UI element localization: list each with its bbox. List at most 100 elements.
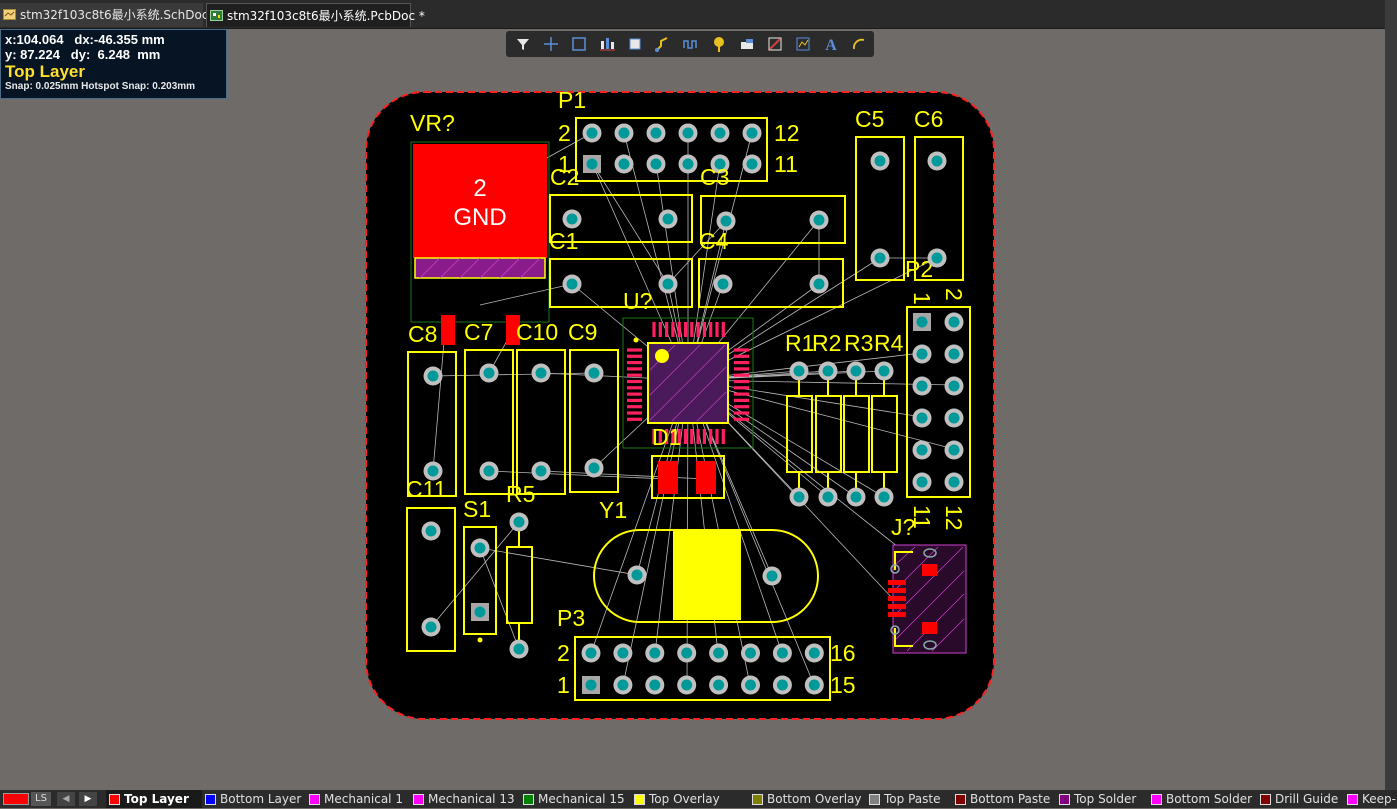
s1-pad-hole [474,606,486,618]
p1-pin-11-label: 11 [774,151,798,177]
designator-r5[interactable]: R5 [506,481,535,507]
layer-tab[interactable]: Keep-O [1344,790,1397,808]
select-region-icon[interactable] [569,34,589,54]
p1-pad-hole [746,158,758,170]
layer-tab[interactable]: Mechanical 1 [306,790,410,808]
layer-color-swatch [634,794,645,805]
layer-set-button[interactable]: LS [31,792,51,806]
designator-d1[interactable]: D1 [652,424,681,450]
align-icon[interactable] [597,34,617,54]
dimension-icon[interactable] [793,34,813,54]
th-pad-hole [717,278,729,290]
u-pin [627,348,642,352]
length-tune-icon[interactable] [681,34,701,54]
u-pin [690,429,694,444]
layer-tab[interactable]: Bottom Overlay [749,790,866,808]
designator-p1[interactable]: P1 [558,87,586,113]
u-pin [627,405,642,409]
layer-tab[interactable]: Top Paste [866,790,952,808]
hud-current-layer: Top Layer [5,62,85,81]
designator-c6[interactable]: C6 [914,106,943,132]
layer-tab[interactable]: Top Solder [1056,790,1148,808]
u-pin [671,322,675,337]
designator-r2[interactable]: R2 [812,330,841,356]
u-pin [709,429,713,444]
designator-y1[interactable]: Y1 [599,497,627,523]
layer-tab[interactable]: Mechanical 15 [520,790,631,808]
designator-vr[interactable]: VR? [410,110,455,136]
s1-dot [477,637,483,643]
p1-pad-hole [746,127,758,139]
th-pad-hole [822,365,834,377]
th-pad-hole [850,491,862,503]
designator-c1[interactable]: C1 [549,228,578,254]
layer-tab[interactable]: Mechanical 13 [410,790,520,808]
th-pad-hole [793,365,805,377]
layer-tab[interactable]: Top Overlay [631,790,749,808]
u-pin1-marker [655,349,669,363]
designator-j[interactable]: J? [891,514,915,540]
designator-c11[interactable]: C11 [406,476,447,502]
u-pin [696,429,700,444]
p1-pin-2-label: 2 [558,120,571,146]
th-pad-hole [535,367,547,379]
via-icon[interactable] [709,34,729,54]
arc-icon[interactable] [849,34,869,54]
layer-tab[interactable]: Bottom Solder [1148,790,1257,808]
th-pad-hole [720,215,732,227]
designator-c10[interactable]: C10 [516,319,558,345]
u-pin [734,411,749,415]
current-layer-swatch[interactable] [3,793,29,805]
layer-color-swatch [205,794,216,805]
u-pin [627,417,642,421]
designator-c2[interactable]: C2 [550,164,579,190]
layer-color-swatch [523,794,534,805]
u-pin [627,411,642,415]
designator-p3[interactable]: P3 [557,605,585,631]
u-pin [734,398,749,402]
p3-pad-hole [585,647,597,659]
interactive-route-icon[interactable] [653,34,673,54]
layer-tab[interactable]: Drill Guide [1257,790,1344,808]
designator-c4[interactable]: C4 [699,228,729,254]
p3-pin-1-label: 1 [557,672,570,698]
fill-icon[interactable] [737,34,757,54]
layer-color-swatch [109,794,120,805]
layer-tab[interactable]: Bottom Paste [952,790,1056,808]
layer-color-swatch [1059,794,1070,805]
designator-c9[interactable]: C9 [568,319,597,345]
u-pin [734,386,749,390]
text-icon[interactable]: A [821,34,841,54]
designator-r4[interactable]: R4 [874,330,904,356]
layer-scroll-left-button[interactable]: ◀ [57,792,75,806]
p2-pin-12-label: 12 [941,505,967,531]
layer-color-swatch [869,794,880,805]
layer-color-swatch [1260,794,1271,805]
designator-c7[interactable]: C7 [464,319,493,345]
pcb-canvas[interactable]: 2 GND VR? P1 2 12 1 11 C5 C6 C2 C3 C1 C4… [0,0,1385,790]
th-pad-hole [874,252,886,264]
designator-u[interactable]: U? [623,288,652,314]
layer-tab[interactable]: Top Layer [106,790,202,808]
cross-probe-icon[interactable] [541,34,561,54]
designator-c5[interactable]: C5 [855,106,884,132]
side-panel-strip[interactable] [1385,0,1397,790]
u-pin [715,322,719,337]
designator-r1[interactable]: R1 [785,330,814,356]
designator-s1[interactable]: S1 [463,496,491,522]
designator-r3[interactable]: R3 [844,330,873,356]
component-icon[interactable] [625,34,645,54]
layer-tab[interactable]: Bottom Layer [202,790,306,808]
p2-pad-hole [916,380,928,392]
designator-c3[interactable]: C3 [700,164,729,190]
place-polygon-icon[interactable] [765,34,785,54]
p3-pad-hole [681,647,693,659]
u-pin [652,322,656,337]
u-pin1-dot [633,337,639,343]
filter-icon[interactable] [513,34,533,54]
s1-pad-hole [474,542,486,554]
th-pad-hole [427,465,439,477]
th-pad-hole [931,155,943,167]
designator-c8[interactable]: C8 [408,321,437,347]
layer-scroll-right-button[interactable]: ▶ [79,792,97,806]
